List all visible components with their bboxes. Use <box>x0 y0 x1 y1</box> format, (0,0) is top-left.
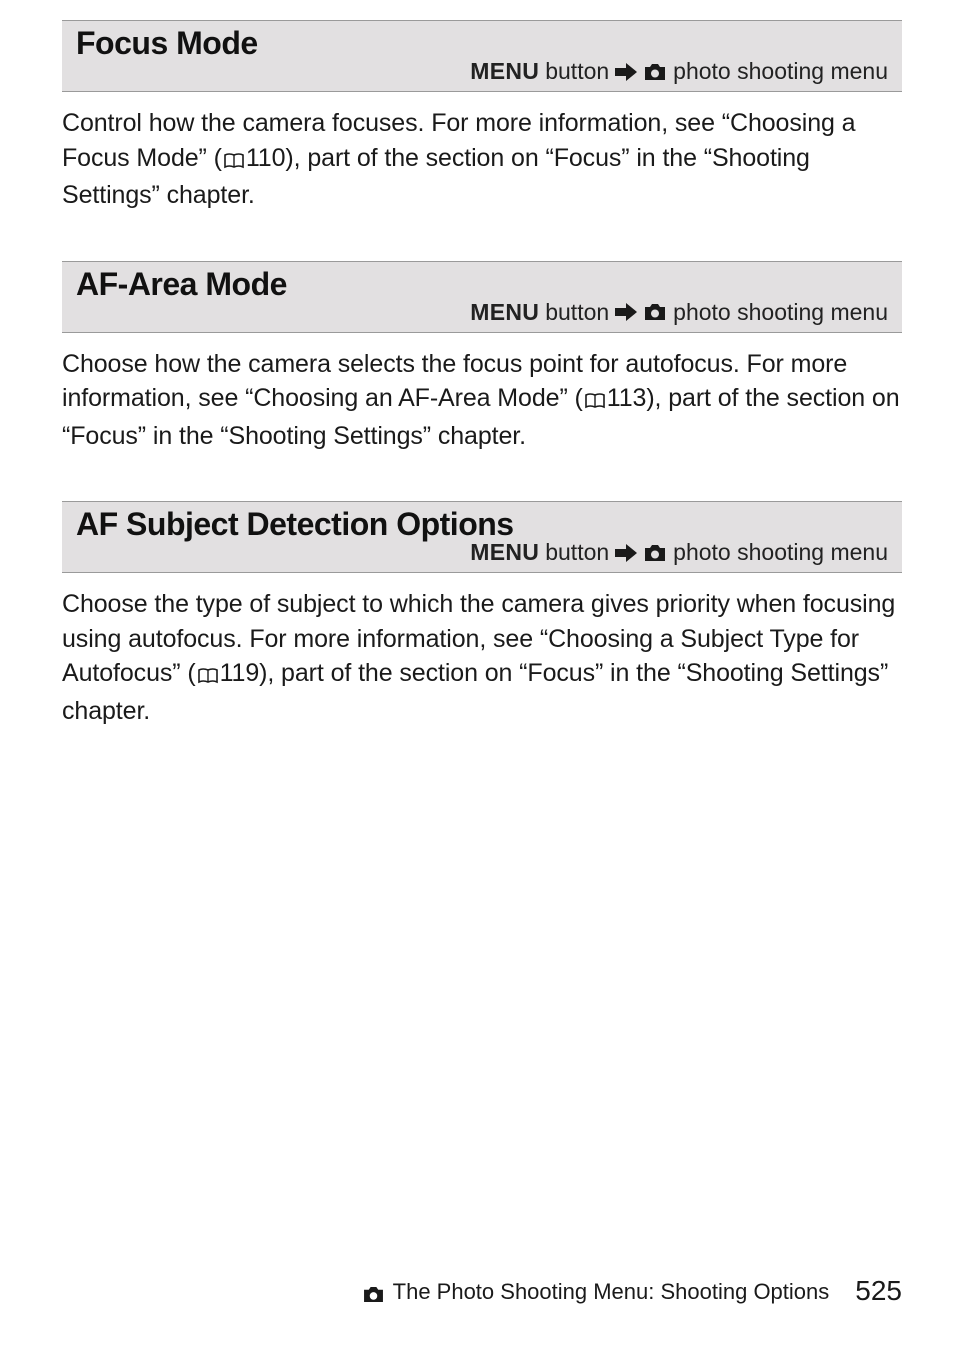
footer-text: The Photo Shooting Menu: Shooting Option… <box>393 1279 830 1305</box>
body-ref: 110 <box>246 144 286 172</box>
section-title: AF Subject Detection Options <box>76 506 888 543</box>
section-title: AF-Area Mode <box>76 266 888 303</box>
section-body: Control how the camera focuses. For more… <box>62 106 902 213</box>
camera-icon <box>643 303 667 321</box>
menu-label: MENU <box>470 58 539 85</box>
book-icon <box>224 144 244 179</box>
page-footer: The Photo Shooting Menu: Shooting Option… <box>362 1275 902 1307</box>
arrow-right-icon <box>615 303 637 321</box>
button-word: button <box>545 299 609 326</box>
section-header-focus-mode: Focus Mode MENU button photo shooting me… <box>62 20 902 92</box>
camera-icon <box>643 544 667 562</box>
breadcrumb-suffix: photo shooting menu <box>673 539 888 566</box>
book-icon <box>585 384 605 419</box>
section-title: Focus Mode <box>76 25 888 62</box>
button-word: button <box>545 539 609 566</box>
book-icon <box>198 659 218 694</box>
page-number: 525 <box>855 1275 902 1307</box>
section-header-af-area-mode: AF-Area Mode MENU button photo shooting … <box>62 261 902 333</box>
body-ref: 113 <box>607 384 647 412</box>
section-body: Choose how the camera selects the focus … <box>62 347 902 454</box>
breadcrumb-suffix: photo shooting menu <box>673 299 888 326</box>
section-body: Choose the type of subject to which the … <box>62 587 902 728</box>
menu-label: MENU <box>470 299 539 326</box>
breadcrumb: MENU button photo shooting menu <box>470 539 888 566</box>
body-ref: 119 <box>220 659 260 687</box>
button-word: button <box>545 58 609 85</box>
menu-label: MENU <box>470 539 539 566</box>
footer-label: The Photo Shooting Menu: Shooting Option… <box>362 1279 830 1305</box>
camera-icon <box>643 63 667 81</box>
breadcrumb-suffix: photo shooting menu <box>673 58 888 85</box>
camera-icon <box>362 1286 385 1303</box>
arrow-right-icon <box>615 63 637 81</box>
arrow-right-icon <box>615 544 637 562</box>
section-header-af-subject-detection: AF Subject Detection Options MENU button… <box>62 501 902 573</box>
breadcrumb: MENU button photo shooting menu <box>470 299 888 326</box>
breadcrumb: MENU button photo shooting menu <box>470 58 888 85</box>
